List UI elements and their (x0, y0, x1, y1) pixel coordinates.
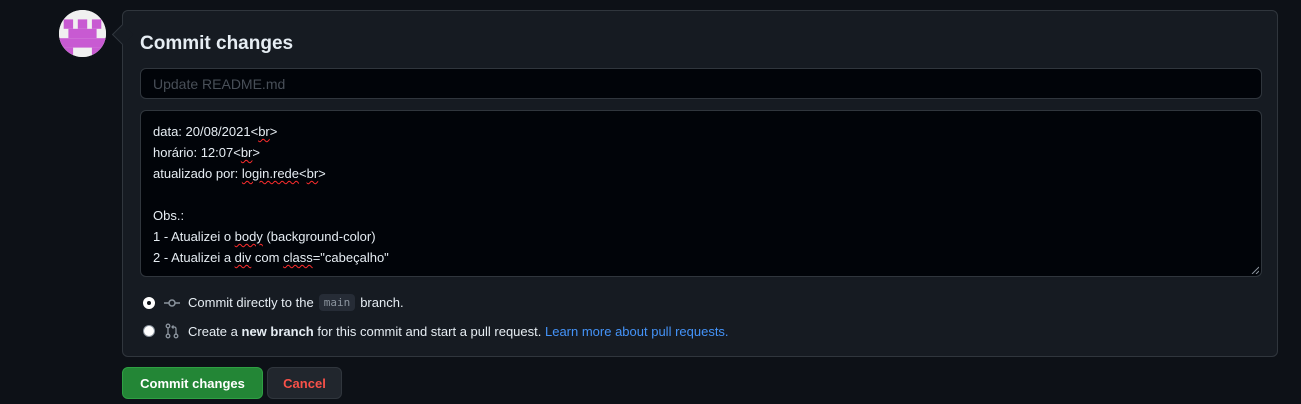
commit-direct-option[interactable]: Commit directly to the main branch. (143, 294, 404, 311)
branch-name: main (318, 294, 356, 311)
identicon (59, 10, 106, 57)
description-line: horário: 12:07<br> (153, 142, 1249, 163)
description-line: 1 - Atualizei o body (background-color) (153, 226, 1249, 247)
user-avatar[interactable] (59, 10, 106, 57)
description-line: data: 20/08/2021<br> (153, 121, 1249, 142)
description-text: > (318, 166, 326, 181)
git-pull-request-icon (165, 323, 179, 339)
description-text: atualizado por: (153, 166, 242, 181)
cancel-button[interactable]: Cancel (267, 367, 342, 399)
misspelled-word: body (234, 229, 263, 244)
description-text: data: 20/08/2021< (153, 124, 259, 139)
description-text: (background-color) (262, 229, 376, 244)
description-text: ="cabeçalho" (312, 250, 389, 265)
learn-more-pull-requests-link[interactable]: Learn more about pull requests. (545, 324, 729, 339)
description-text: com (251, 250, 284, 265)
new-branch-option[interactable]: Create a new branch for this commit and … (143, 323, 729, 339)
resize-handle-icon[interactable] (1251, 266, 1259, 274)
commit-form-title: Commit changes (140, 33, 294, 54)
description-text: horário: 12:07< (153, 145, 241, 160)
misspelled-word: class (283, 250, 313, 265)
description-line (153, 184, 1249, 205)
misspelled-word: login.rede (241, 166, 300, 181)
new-branch-text-after: for this commit and start a pull request… (317, 323, 542, 339)
description-text: Obs.: (153, 208, 185, 223)
misspelled-word: div (234, 250, 252, 265)
description-line: Obs.: (153, 205, 1249, 226)
new-branch-radio[interactable] (143, 325, 155, 337)
description-line: atualizado por: login.rede<br> (153, 163, 1249, 184)
description-line: 2 - Atualizei a div com class="cabeçalho… (153, 247, 1249, 268)
misspelled-word: br (240, 145, 253, 160)
commit-summary-input[interactable] (140, 68, 1262, 99)
commit-description-textarea[interactable]: data: 20/08/2021<br> horário: 12:07<br> at… (140, 110, 1262, 277)
commit-direct-text-after: branch. (360, 295, 404, 310)
misspelled-word: br (258, 124, 270, 139)
commit-form-panel: Commit changes data: 20/08/2021<br>horár… (122, 10, 1278, 357)
commit-direct-text: Commit directly to the (188, 295, 314, 310)
new-branch-text: Create a (188, 323, 238, 339)
description-text: > (252, 145, 260, 160)
description-text: 1 - Atualizei o (153, 229, 235, 244)
description-text: > (269, 124, 278, 139)
commit-direct-radio[interactable] (143, 296, 155, 309)
description-text: < (299, 166, 307, 181)
description-text: 2 - Atualizei a (153, 250, 235, 265)
commit-changes-button[interactable]: Commit changes (122, 367, 263, 399)
misspelled-word: br (306, 166, 319, 181)
git-commit-icon (164, 298, 180, 307)
new-branch-bold: new branch (241, 323, 314, 339)
